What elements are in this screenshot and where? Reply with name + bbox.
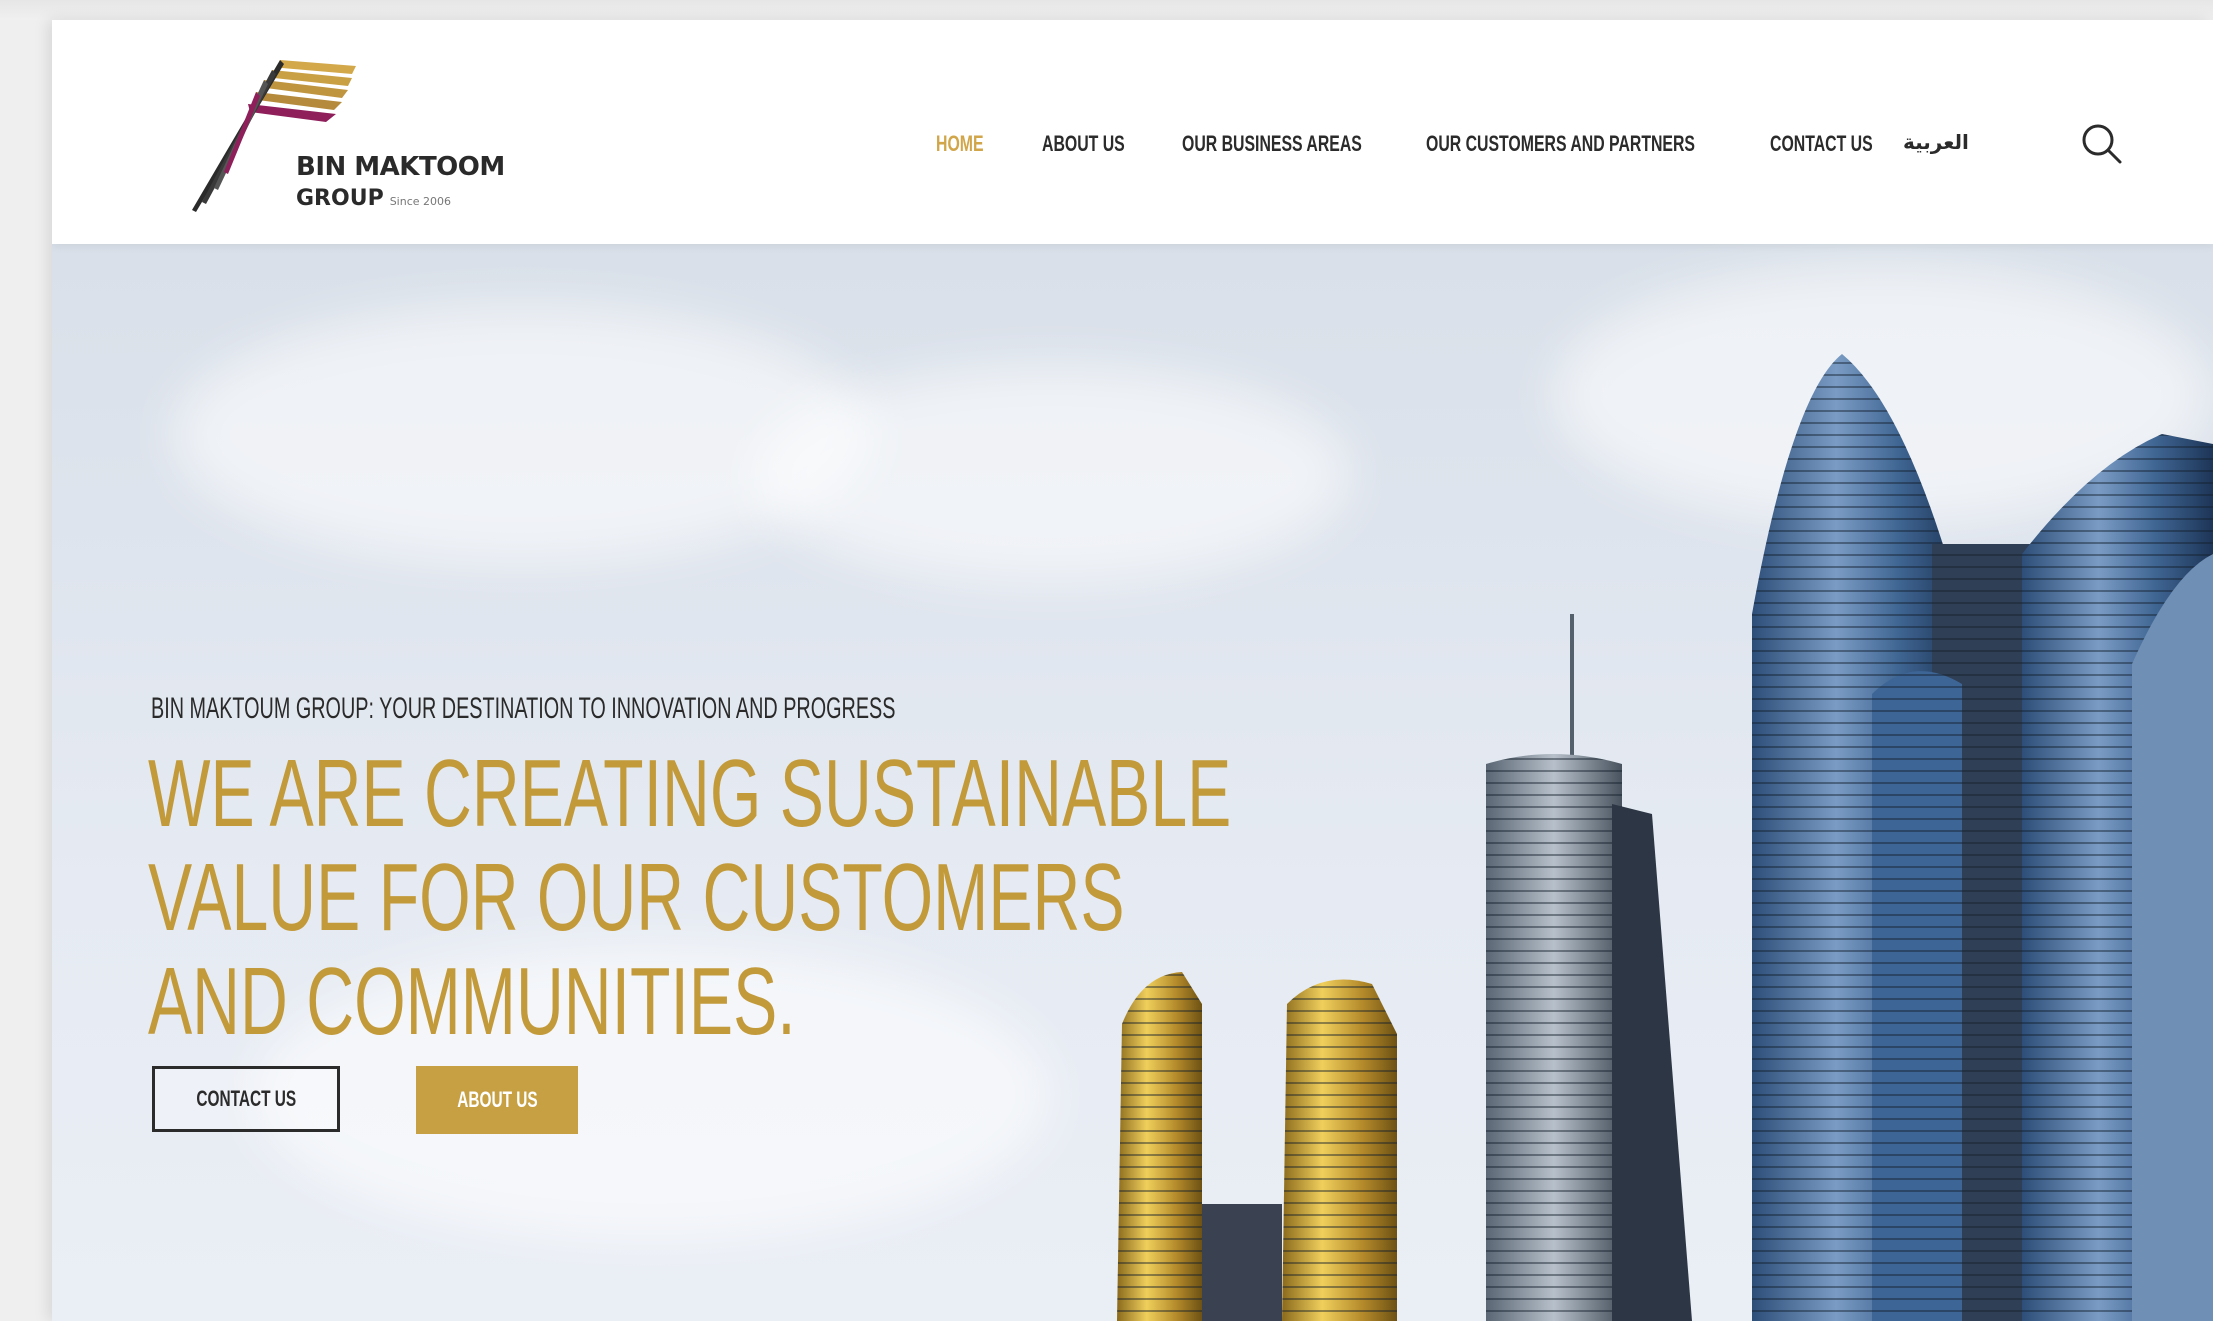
contact-us-button-label: CONTACT US — [196, 1086, 296, 1111]
logo-since: Since 2006 — [389, 195, 452, 208]
about-us-button[interactable]: ABOUT US — [416, 1066, 578, 1134]
headline-line-3: AND COMMUNITIES. — [148, 948, 796, 1055]
nav-slot-home: HOME — [936, 131, 1003, 157]
company-logo[interactable]: BIN MAKTOOM GROUP Since 2006 — [180, 34, 560, 234]
main-nav: HOME ABOUT US OUR BUSINESS AREAS OUR CUS… — [936, 120, 1885, 168]
search-button[interactable] — [2078, 120, 2126, 168]
about-us-button-label: ABOUT US — [456, 1087, 538, 1112]
nav-slot-contact: CONTACT US — [1770, 131, 1885, 157]
browser-top-bar — [0, 0, 2213, 20]
hero-banner: BIN MAKTOUM GROUP: YOUR DESTINATION TO I… — [52, 244, 2213, 1321]
nav-slot-customers: OUR CUSTOMERS AND PARTNERS — [1426, 131, 1731, 157]
logo-group-text: GROUP — [296, 186, 384, 211]
page-frame: BIN MAKTOOM GROUP Since 2006 HOME ABOUT U… — [52, 20, 2213, 1321]
hero-eyebrow: BIN MAKTOUM GROUP: YOUR DESTINATION TO I… — [151, 692, 896, 725]
logo-group: GROUP Since 2006 — [296, 186, 451, 211]
contact-us-button[interactable]: CONTACT US — [152, 1066, 340, 1132]
nav-slot-about: ABOUT US — [1042, 131, 1142, 157]
site-header: BIN MAKTOOM GROUP Since 2006 HOME ABOUT U… — [52, 20, 2213, 244]
headline-line-1: WE ARE CREATING SUSTAINABLE — [148, 740, 1232, 847]
hero-headline: WE ARE CREATING SUSTAINABLE VALUE FOR OU… — [148, 742, 1718, 1054]
search-icon — [2082, 124, 2122, 164]
nav-slot-business: OUR BUSINESS AREAS — [1182, 131, 1387, 157]
headline-line-2: VALUE FOR OUR CUSTOMERS — [148, 844, 1125, 951]
nav-item-customers-partners[interactable]: OUR CUSTOMERS AND PARTNERS — [1426, 131, 1695, 157]
nav-item-business-areas[interactable]: OUR BUSINESS AREAS — [1182, 131, 1362, 157]
nav-item-home[interactable]: HOME — [936, 131, 984, 157]
nav-item-contact-us[interactable]: CONTACT US — [1770, 131, 1873, 157]
language-switch-arabic[interactable]: العربية — [1903, 130, 1969, 154]
logo-name: BIN MAKTOOM — [296, 152, 505, 182]
nav-item-about-us[interactable]: ABOUT US — [1042, 131, 1125, 157]
